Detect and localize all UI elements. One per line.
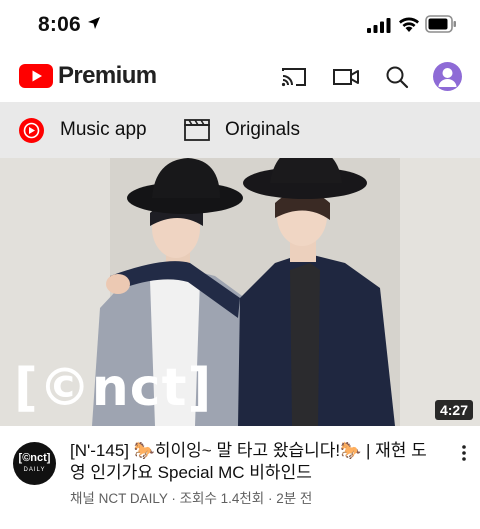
clapperboard-icon (184, 119, 210, 141)
channel-avatar-logo: [©nct] (18, 452, 51, 464)
location-arrow-icon (88, 17, 100, 29)
originals-chip[interactable]: Originals (184, 102, 300, 158)
channel-watermark: [©nct] (14, 358, 213, 418)
music-app-icon (19, 117, 44, 143)
shortcut-bar: Music app Originals (0, 102, 480, 158)
youtube-logo-icon[interactable] (19, 64, 53, 88)
originals-label: Originals (225, 119, 300, 140)
battery-icon (425, 15, 456, 33)
video-title[interactable]: [N'-145] 🐎히이잉~ 말 타고 왔습니다!🐎 | 재현 도영 인기가요 … (70, 440, 442, 484)
channel-avatar-label: DAILY (23, 467, 46, 473)
video-thumbnail[interactable]: [©nct] 4:27 (0, 158, 480, 426)
user-silhouette-icon (438, 68, 457, 87)
video-subtitle: 채널 NCT DAILY · 조회수 1.4천회 · 2분 전 (70, 491, 313, 506)
search-icon[interactable] (383, 64, 411, 90)
app-header: Premium (0, 50, 480, 102)
status-bar: 8:06 (0, 0, 480, 50)
account-avatar[interactable] (433, 62, 462, 91)
cellular-signal-icon (367, 18, 391, 33)
channel-avatar[interactable]: [©nct] DAILY (13, 442, 56, 485)
more-options-icon[interactable] (458, 444, 470, 462)
status-time: 8:06 (38, 13, 81, 36)
music-app-label: Music app (60, 119, 147, 140)
video-metadata: [©nct] DAILY [N'-145] 🐎히이잉~ 말 타고 왔습니다!🐎 … (0, 426, 480, 529)
video-duration: 4:27 (434, 400, 473, 420)
camera-icon[interactable] (332, 64, 360, 90)
cast-icon[interactable] (280, 64, 308, 90)
brand-name[interactable]: Premium (58, 62, 157, 90)
music-app-chip[interactable]: Music app (18, 102, 147, 158)
wifi-icon (399, 17, 419, 32)
